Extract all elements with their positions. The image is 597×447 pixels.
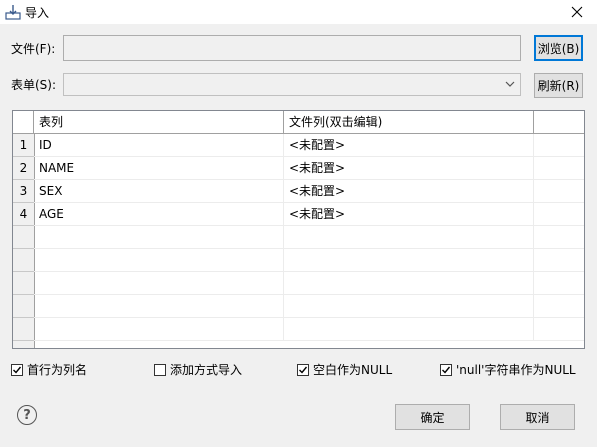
row-number xyxy=(13,226,34,249)
table-header: 表列 文件列(双击编辑) xyxy=(13,111,584,134)
empty-cell xyxy=(284,226,534,249)
chevron-down-icon xyxy=(505,81,515,87)
empty-cell xyxy=(284,318,534,341)
empty-table-row xyxy=(13,295,584,318)
browse-button[interactable]: 浏览(B) xyxy=(534,35,583,61)
table-row[interactable]: 2 NAME <未配置> xyxy=(13,157,584,180)
empty-cell xyxy=(534,203,584,226)
check-icon xyxy=(442,366,451,374)
check-icon xyxy=(299,366,308,374)
help-icon[interactable]: ? xyxy=(17,405,37,425)
window-title: 导入 xyxy=(25,6,50,20)
empty-cell xyxy=(34,272,284,295)
row-number: 4 xyxy=(13,203,34,226)
file-path-input[interactable] xyxy=(63,35,521,61)
checkbox-label: 空白作为NULL xyxy=(313,363,393,377)
checkbox-unchecked[interactable] xyxy=(154,363,166,376)
row-number xyxy=(13,272,34,295)
checkbox-label: 添加方式导入 xyxy=(170,363,243,377)
checkbox-label: 首行为列名 xyxy=(27,363,88,377)
row-number xyxy=(13,295,34,318)
empty-cell xyxy=(534,157,584,180)
checkbox-label: 'null'字符串作为NULL xyxy=(456,363,576,377)
file-column-cell[interactable]: <未配置> xyxy=(284,134,534,157)
check-icon xyxy=(13,366,22,374)
row-number xyxy=(13,249,34,272)
file-label: 文件(F): xyxy=(11,42,56,56)
empty-cell xyxy=(284,249,534,272)
checkbox-checked[interactable] xyxy=(440,363,452,376)
close-button[interactable] xyxy=(557,0,597,24)
empty-cell xyxy=(34,249,284,272)
empty-cell xyxy=(534,272,584,295)
import-icon xyxy=(5,5,21,20)
empty-cell xyxy=(534,249,584,272)
checkbox-checked[interactable] xyxy=(297,363,309,376)
header-table-column[interactable]: 表列 xyxy=(34,111,284,133)
table-row[interactable]: 1 ID <未配置> xyxy=(13,134,584,157)
title-bar: 导入 xyxy=(0,0,597,24)
empty-cell xyxy=(34,295,284,318)
header-filler xyxy=(534,111,584,133)
header-rownum xyxy=(13,111,34,133)
cancel-button[interactable]: 取消 xyxy=(500,404,575,430)
ok-button[interactable]: 确定 xyxy=(395,404,470,430)
row-number: 1 xyxy=(13,134,34,157)
table-column-cell: ID xyxy=(34,134,284,157)
empty-cell xyxy=(534,226,584,249)
sheet-label: 表单(S): xyxy=(11,78,57,92)
empty-cell xyxy=(534,180,584,203)
table-column-cell: NAME xyxy=(34,157,284,180)
row-number: 2 xyxy=(13,157,34,180)
empty-table-row xyxy=(13,226,584,249)
sheet-select[interactable] xyxy=(63,73,521,96)
file-column-cell[interactable]: <未配置> xyxy=(284,203,534,226)
blank-as-null-checkbox[interactable]: 空白作为NULL xyxy=(297,361,392,378)
first-row-header-checkbox[interactable]: 首行为列名 xyxy=(11,361,87,378)
empty-cell xyxy=(284,272,534,295)
table-row[interactable]: 3 SEX <未配置> xyxy=(13,180,584,203)
table-column-cell: AGE xyxy=(34,203,284,226)
empty-cell xyxy=(534,295,584,318)
checkbox-checked[interactable] xyxy=(11,363,23,376)
close-icon xyxy=(571,6,583,18)
refresh-button[interactable]: 刷新(R) xyxy=(534,73,583,98)
empty-cell xyxy=(534,134,584,157)
row-number xyxy=(13,318,34,341)
empty-cell xyxy=(534,318,584,341)
empty-table-row xyxy=(13,272,584,295)
empty-cell xyxy=(34,318,284,341)
table-row[interactable]: 4 AGE <未配置> xyxy=(13,203,584,226)
file-column-cell[interactable]: <未配置> xyxy=(284,157,534,180)
empty-table-row xyxy=(13,318,584,341)
row-number: 3 xyxy=(13,180,34,203)
append-import-checkbox[interactable]: 添加方式导入 xyxy=(154,361,242,378)
header-file-column[interactable]: 文件列(双击编辑) xyxy=(284,111,534,133)
table-column-cell: SEX xyxy=(34,180,284,203)
mapping-table: 表列 文件列(双击编辑) 1 ID <未配置> 2 NAME <未配置> 3 S… xyxy=(12,110,585,349)
empty-cell xyxy=(34,226,284,249)
empty-cell xyxy=(284,295,534,318)
empty-table-row xyxy=(13,249,584,272)
file-column-cell[interactable]: <未配置> xyxy=(284,180,534,203)
null-string-as-null-checkbox[interactable]: 'null'字符串作为NULL xyxy=(440,361,576,378)
